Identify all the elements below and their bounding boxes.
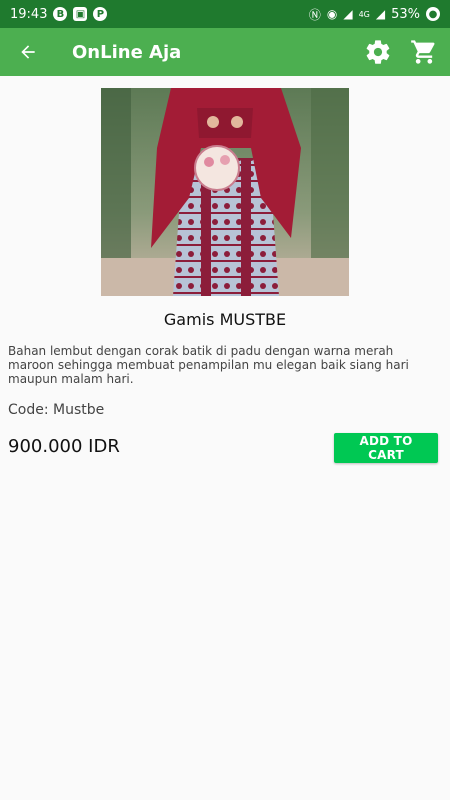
app-bar-actions xyxy=(364,38,450,66)
image-icon: ▣ xyxy=(73,7,88,21)
status-bar-right: Ⓝ ◉ ◢ 4G ◢ 53% ● xyxy=(309,6,440,23)
shopping-cart-icon xyxy=(411,40,435,64)
add-to-cart-button[interactable]: ADD TO CART xyxy=(334,433,438,463)
nfc-icon: Ⓝ xyxy=(308,7,321,22)
product-photo xyxy=(101,88,349,296)
battery-percent: 53% xyxy=(391,6,420,22)
battery-icon: ● xyxy=(426,7,440,21)
product-image xyxy=(101,88,349,296)
b-notification-icon: B xyxy=(53,7,68,21)
cart-button[interactable] xyxy=(410,38,438,66)
hotspot-icon: ◉ xyxy=(326,7,338,21)
status-bar: 19:43 B ▣ P Ⓝ ◉ ◢ 4G ◢ 53% ● xyxy=(0,0,450,28)
signal-icon: ◢ xyxy=(343,7,353,21)
gear-icon xyxy=(366,40,390,64)
settings-button[interactable] xyxy=(364,38,392,66)
arrow-back-icon xyxy=(21,45,35,59)
product-title: Gamis MUSTBE xyxy=(163,310,287,329)
app-bar: OnLine Aja xyxy=(0,28,450,76)
status-time: 19:43 xyxy=(10,6,48,22)
back-button[interactable] xyxy=(0,28,56,76)
product-code: Code: Mustbe xyxy=(8,402,105,418)
product-price: 900.000 IDR xyxy=(8,436,120,457)
p-app-icon: P xyxy=(93,7,108,21)
network-type: 4G xyxy=(358,9,370,19)
app-title: OnLine Aja xyxy=(72,41,182,63)
product-description: Bahan lembut dengan corak batik di padu … xyxy=(8,344,409,386)
signal-icon: ◢ xyxy=(375,7,386,21)
status-bar-left: 19:43 B ▣ P xyxy=(10,6,108,22)
